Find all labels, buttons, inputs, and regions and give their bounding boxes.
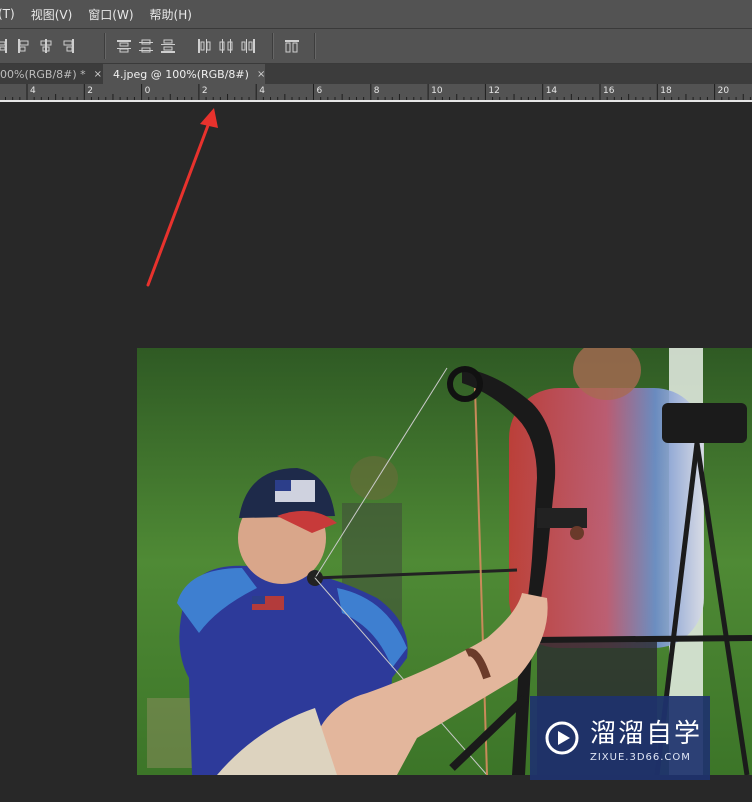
tab-label: 4.jpeg @ 100%(RGB/8#) [113,67,249,81]
menu-item-view[interactable]: 视图(V) [23,6,81,23]
align-right-icon[interactable] [60,38,76,54]
ruler-label: 0 [145,86,151,96]
ruler-label: 12 [488,86,499,96]
close-icon[interactable]: × [94,69,102,80]
distribute-horizontal-group [196,35,256,57]
watermark-url: ZIXUE.3D66.COM [590,752,691,763]
tab-document-1[interactable]: 00%(RGB/8#) * × [0,64,102,84]
distribute-bottom-edges-icon[interactable] [160,38,176,54]
ruler-label: 10 [431,86,443,96]
distribute-horizontal-centers-icon[interactable] [218,38,234,54]
ruler-label: 18 [660,86,672,96]
ruler-label: 4 [30,86,36,96]
ruler-label: 20 [718,86,730,96]
ruler-label: 8 [374,86,380,96]
menu-item-help[interactable]: 帮助(H) [142,6,200,23]
tab-document-4-jpeg[interactable]: 4.jpeg @ 100%(RGB/8#) × [103,64,265,84]
distribute-top-edges-icon[interactable] [116,38,132,54]
menu-item-type[interactable]: (T) [0,7,23,21]
toolbar-separator [104,33,106,59]
ruler-label: 2 [202,86,208,96]
watermark-logo: 溜溜自学 ZIXUE.3D66.COM [530,696,710,780]
ruler-ticks: 4 2 0 2 4 6 8 10 12 14 16 18 20 [5,84,751,100]
ruler-label: 14 [546,86,558,96]
toolbar-separator [314,33,316,59]
options-bar [0,29,752,64]
align-top-left-icon[interactable] [16,38,32,54]
align-group [0,35,76,57]
auto-align-group [284,35,300,57]
align-right-edges-icon[interactable] [0,38,10,54]
distribute-vertical-group [116,35,176,57]
document-tab-bar: 00%(RGB/8#) * × 4.jpeg @ 100%(RGB/8#) × [0,64,752,84]
distribute-right-edges-icon[interactable] [240,38,256,54]
watermark-title: 溜溜自学 [590,719,703,749]
ruler-label: 4 [259,86,265,96]
menu-item-window[interactable]: 窗口(W) [80,6,141,23]
tab-label: 00%(RGB/8#) * [0,67,86,81]
toolbar-separator [272,33,274,59]
distribute-left-edges-icon[interactable] [196,38,212,54]
distribute-vertical-centers-icon[interactable] [138,38,154,54]
align-horizontal-centers-icon[interactable] [38,38,54,54]
close-icon[interactable]: × [257,69,265,80]
watermark-text: 溜溜自学 ZIXUE.3D66.COM [590,713,702,763]
ruler-label: 16 [603,86,615,96]
play-logo-icon [545,721,579,755]
ruler-label: 6 [317,86,323,96]
ruler-label: 2 [87,86,93,96]
menu-bar: (T) 视图(V) 窗口(W) 帮助(H) [0,0,752,29]
horizontal-ruler[interactable]: 4 2 0 2 4 6 8 10 12 14 16 18 20 [0,84,752,102]
auto-align-layers-icon[interactable] [284,38,300,54]
